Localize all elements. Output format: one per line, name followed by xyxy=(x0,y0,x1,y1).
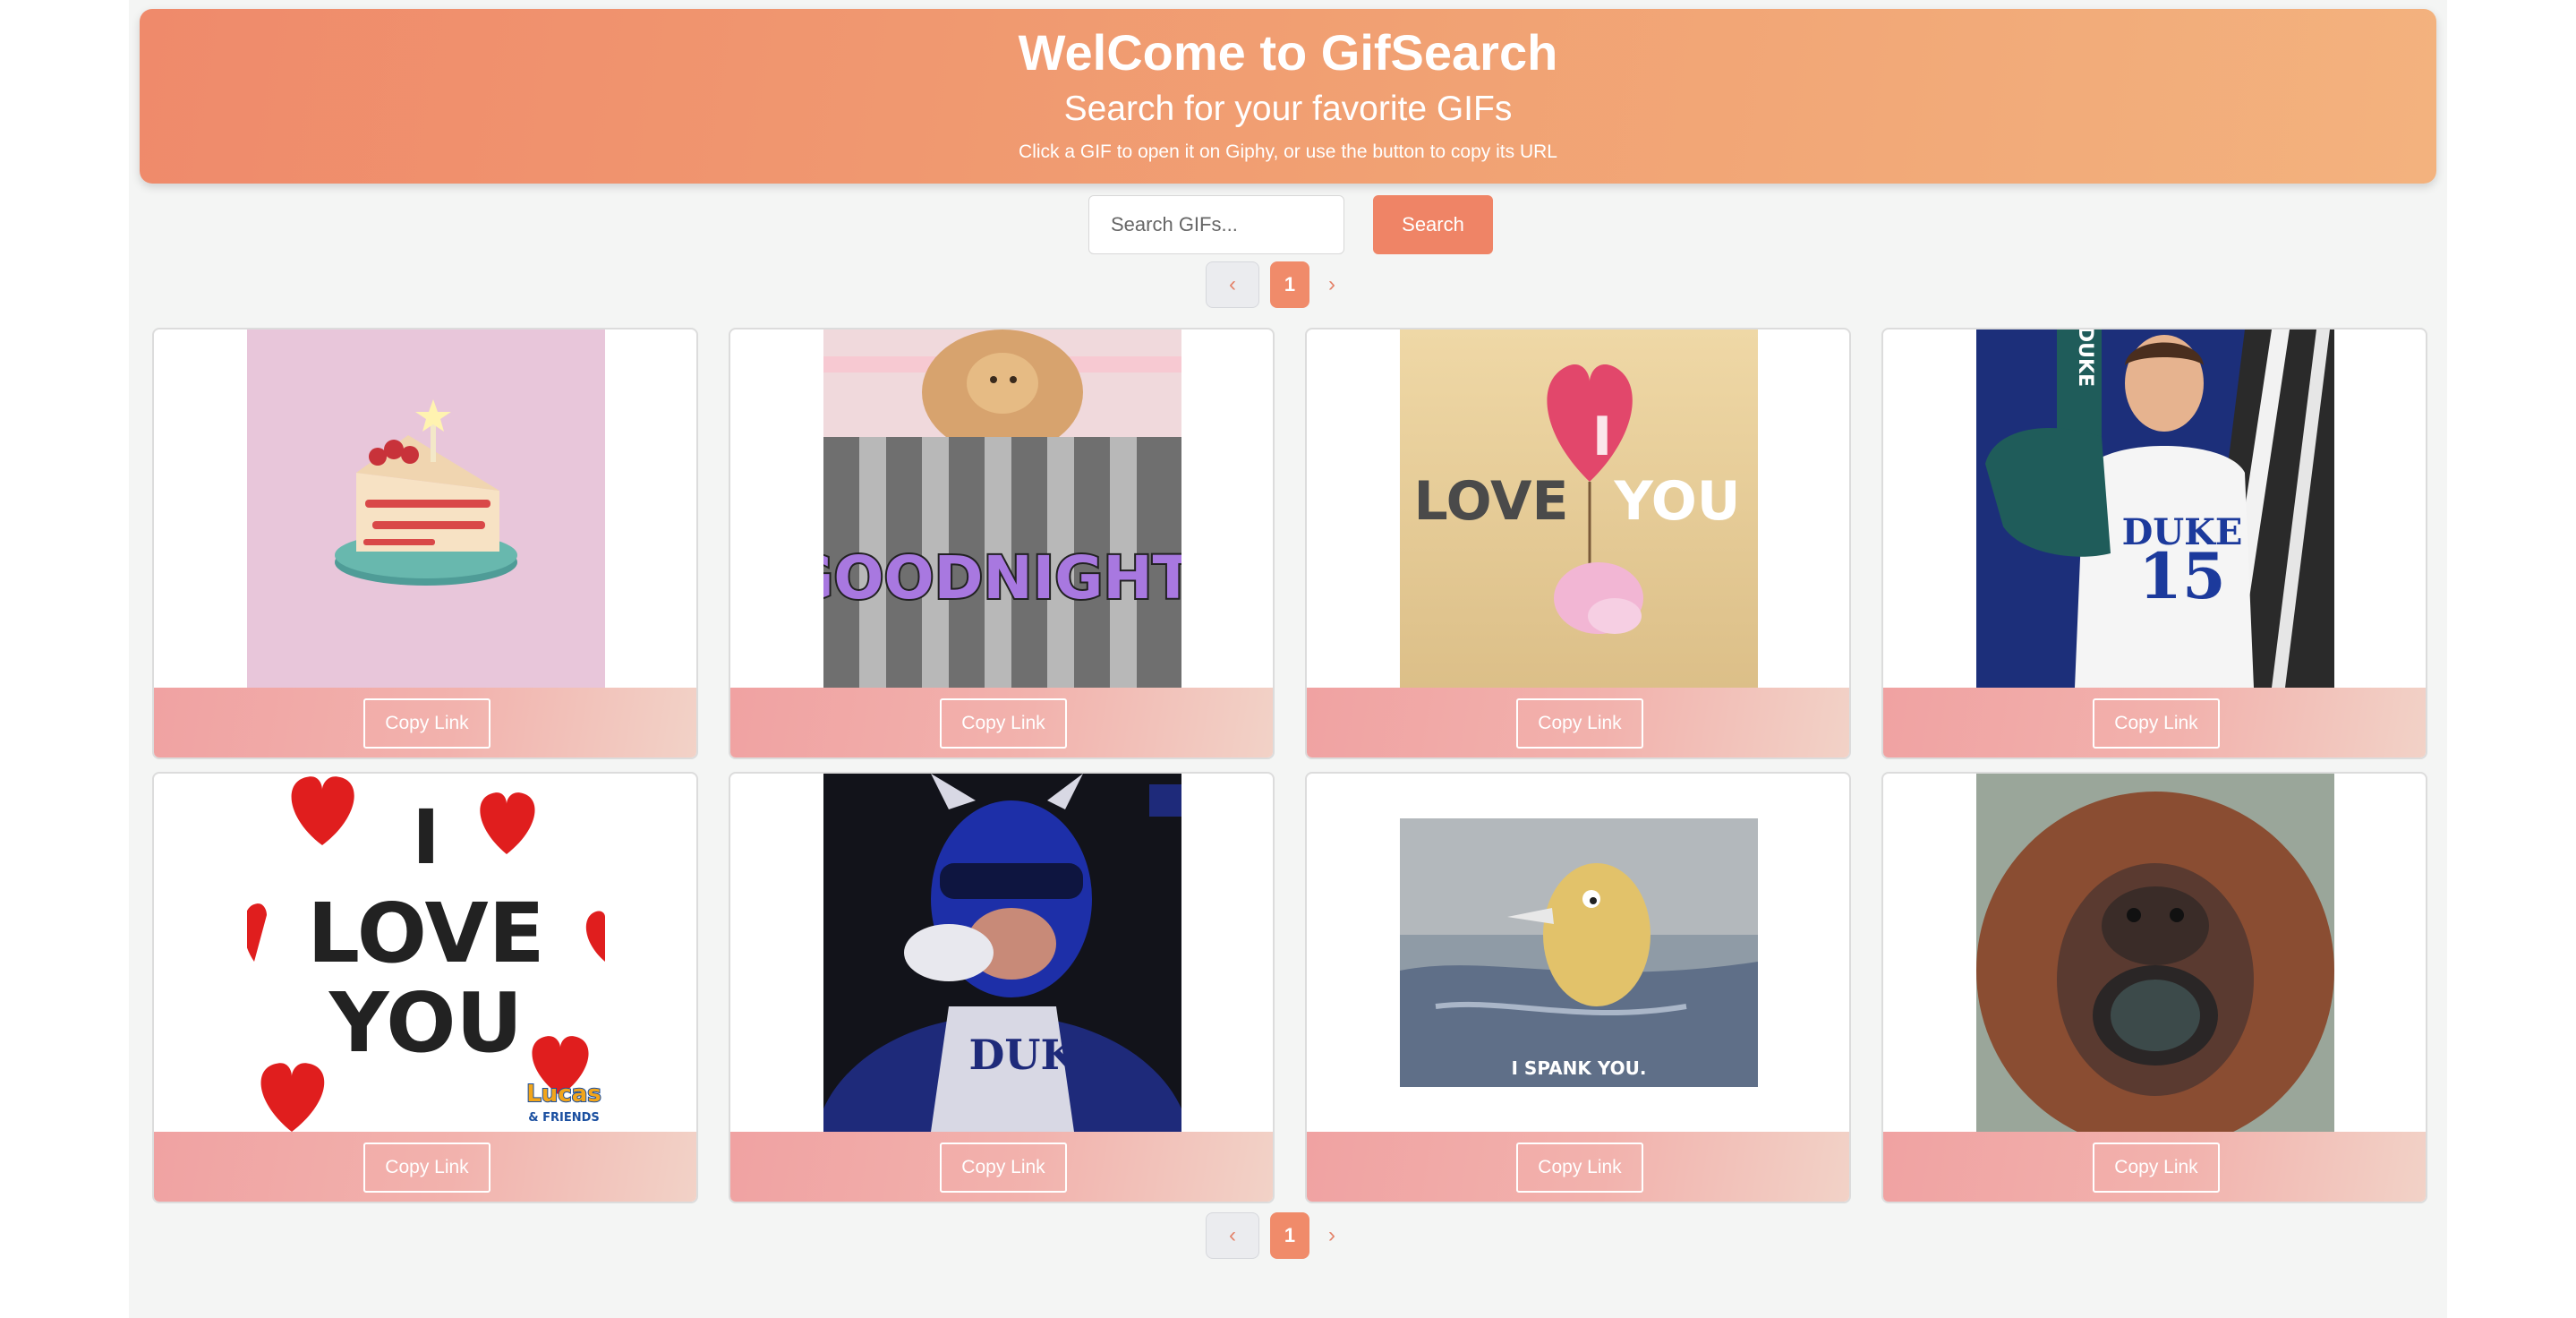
gif-image-orangutan[interactable] xyxy=(1976,774,2334,1132)
copy-link-button[interactable]: Copy Link xyxy=(2093,698,2220,749)
gif-caption-right: YOU xyxy=(1613,470,1740,533)
gif-text-line2: LOVE xyxy=(307,886,544,981)
gif-card: DUKE 15 DUKE Copy Link xyxy=(1881,328,2427,759)
next-page-button[interactable]: › xyxy=(1318,261,1345,308)
gif-text-line3: YOU xyxy=(328,975,523,1071)
prev-page-button[interactable]: ‹ xyxy=(1206,261,1259,308)
page-title: WelCome to GifSearch xyxy=(1018,24,1558,81)
card-action-bar: Copy Link xyxy=(154,688,696,757)
gif-card: Copy Link xyxy=(152,328,698,759)
card-action-bar: Copy Link xyxy=(730,688,1273,757)
card-action-bar: Copy Link xyxy=(1883,1132,2426,1202)
copy-link-button[interactable]: Copy Link xyxy=(1516,1143,1643,1193)
card-action-bar: Copy Link xyxy=(1307,1132,1849,1202)
page-number-button[interactable]: 1 xyxy=(1270,261,1309,308)
gif-text-line1: I xyxy=(412,793,439,881)
card-action-bar: Copy Link xyxy=(154,1132,696,1202)
card-action-bar: Copy Link xyxy=(1307,688,1849,757)
mascot-jersey-text: DUKE xyxy=(968,1031,1107,1079)
brand-logo-subtext: & FRIENDS xyxy=(528,1111,600,1125)
copy-link-button[interactable]: Copy Link xyxy=(940,698,1067,749)
search-input[interactable] xyxy=(1088,195,1344,254)
balloon-letter: I xyxy=(1592,406,1612,468)
gif-image-goodnight-kitten[interactable]: GOODNIGHT! xyxy=(823,330,1181,688)
gif-image-duke-player[interactable]: DUKE 15 DUKE xyxy=(1976,330,2334,688)
copy-link-button[interactable]: Copy Link xyxy=(363,698,490,749)
copy-link-button[interactable]: Copy Link xyxy=(1516,698,1643,749)
copy-link-button[interactable]: Copy Link xyxy=(940,1143,1067,1193)
next-page-button[interactable]: › xyxy=(1318,1212,1345,1259)
pagination-top: ‹ 1 › xyxy=(1206,261,1349,308)
gif-card: DUKE Copy Link xyxy=(729,772,1275,1203)
card-action-bar: Copy Link xyxy=(1883,688,2426,757)
search-button[interactable]: Search xyxy=(1373,195,1493,254)
gif-card: I LOVE YOU Copy Link xyxy=(1305,328,1851,759)
gif-caption: GOODNIGHT! xyxy=(823,543,1181,612)
pagination-bottom: ‹ 1 › xyxy=(1206,1212,1349,1259)
brand-logo-text: Lucas xyxy=(526,1081,601,1108)
gif-card: I SPANK YOU. Copy Link xyxy=(1305,772,1851,1203)
copy-link-button[interactable]: Copy Link xyxy=(2093,1143,2220,1193)
copy-link-button[interactable]: Copy Link xyxy=(363,1143,490,1193)
page-number-button[interactable]: 1 xyxy=(1270,1212,1309,1259)
gif-caption-left: LOVE xyxy=(1414,470,1569,533)
gif-card: GOODNIGHT! Copy Link xyxy=(729,328,1275,759)
gif-image-cartoon-bird[interactable]: I SPANK YOU. xyxy=(1400,774,1758,1132)
card-action-bar: Copy Link xyxy=(730,1132,1273,1202)
gif-image-i-love-you-hearts[interactable]: I LOVE YOU Lucas & FRIENDS xyxy=(247,774,605,1132)
gif-card: I LOVE YOU Lucas & FRIENDS Copy Link xyxy=(152,772,698,1203)
app-container: WelCome to GifSearch Search for your fav… xyxy=(129,0,2447,1318)
prev-page-button[interactable]: ‹ xyxy=(1206,1212,1259,1259)
jersey-number: 15 xyxy=(2138,539,2225,613)
foam-finger-text: DUKE xyxy=(2074,330,2096,387)
gif-image-duke-mascot[interactable]: DUKE xyxy=(823,774,1181,1132)
page-subtitle: Search for your favorite GIFs xyxy=(1063,90,1513,128)
gif-image-love-you-balloon[interactable]: I LOVE YOU xyxy=(1400,330,1758,688)
page-header: WelCome to GifSearch Search for your fav… xyxy=(140,9,2436,184)
gif-card: Copy Link xyxy=(1881,772,2427,1203)
page-hint: Click a GIF to open it on Giphy, or use … xyxy=(1019,141,1557,162)
gif-image-cake[interactable] xyxy=(247,330,605,688)
gif-caption: I SPANK YOU. xyxy=(1512,1057,1647,1079)
